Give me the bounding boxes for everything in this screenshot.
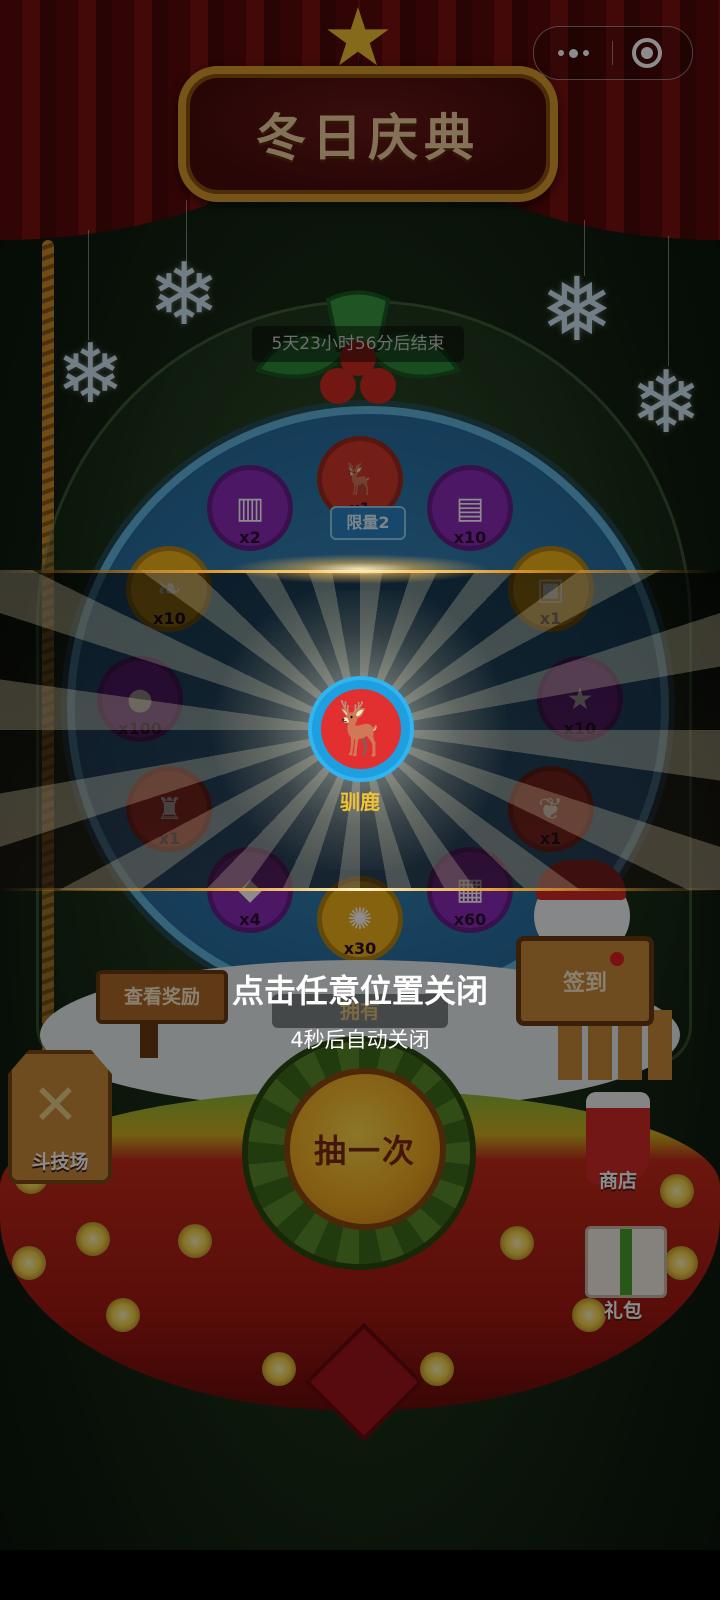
light-flare: [230, 554, 490, 584]
tap-to-close-hint: 点击任意位置关闭: [231, 972, 488, 1010]
band-edge-bottom: [0, 888, 720, 891]
system-bottom-bar: [0, 1550, 720, 1600]
reward-name: 驯鹿: [340, 790, 380, 814]
auto-close-hint: 4秒后自动关闭: [290, 1028, 430, 1052]
reindeer-avatar-icon: 🦌: [308, 676, 414, 782]
reindeer-portrait: 🦌: [321, 689, 401, 769]
